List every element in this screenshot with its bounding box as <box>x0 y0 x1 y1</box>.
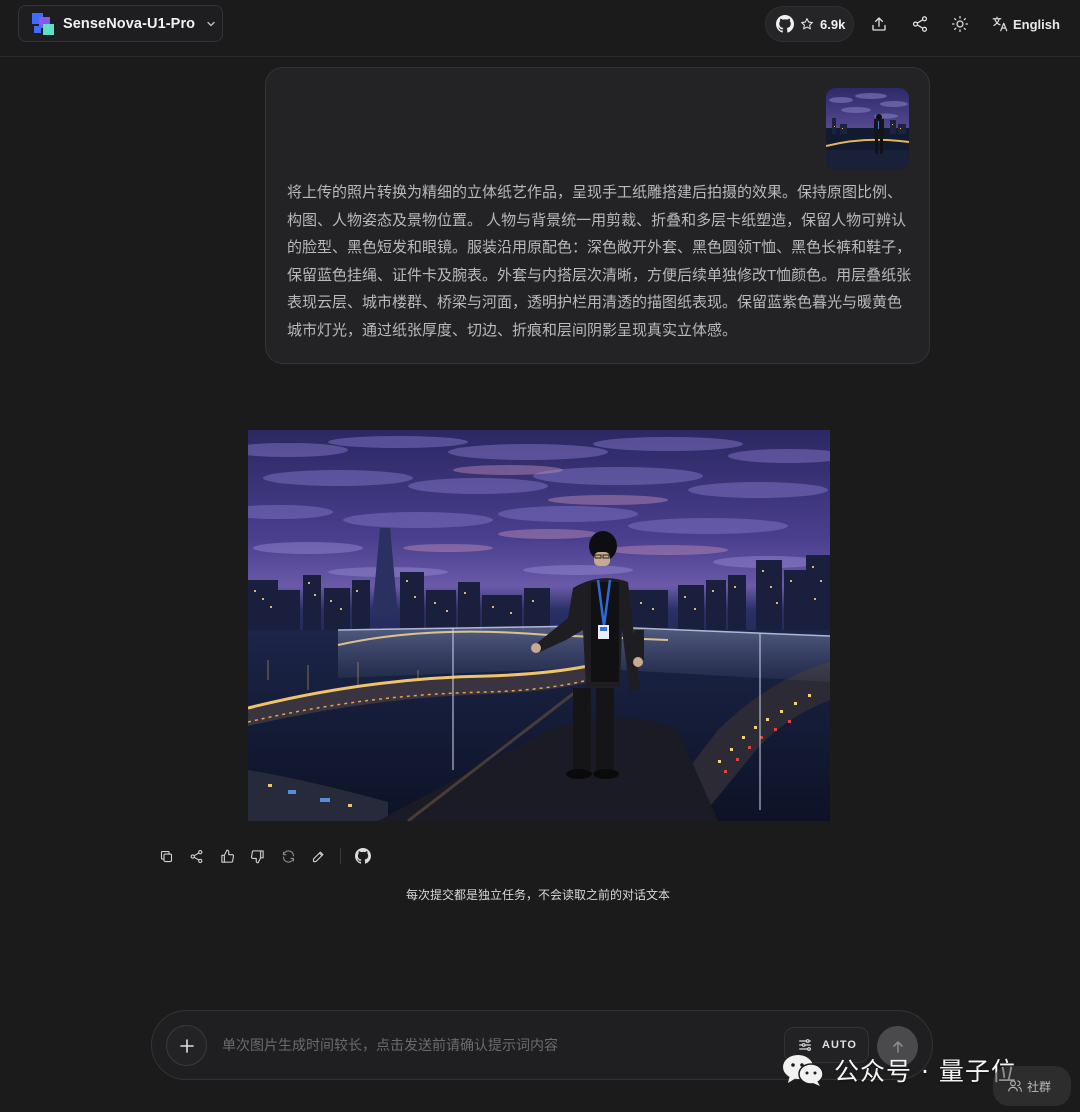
notice-text: 每次提交都是独立任务，不会读取之前的对话文本 <box>405 888 670 902</box>
uploaded-image-thumbnail[interactable] <box>826 88 909 170</box>
star-icon <box>801 18 813 30</box>
dislike-button[interactable] <box>246 845 268 867</box>
language-label: English <box>1013 16 1060 32</box>
mode-label: AUTO <box>822 1039 857 1051</box>
prompt-input[interactable] <box>222 1033 762 1057</box>
translate-icon <box>992 16 1008 32</box>
attach-button[interactable] <box>166 1025 207 1066</box>
plus-icon <box>179 1038 194 1053</box>
share-icon <box>912 16 928 32</box>
group-icon <box>1008 1080 1022 1092</box>
model-name: SenseNova-U1-Pro <box>63 15 196 32</box>
copy-button[interactable] <box>155 845 177 867</box>
theme-toggle-button[interactable] <box>948 12 972 36</box>
regenerate-button[interactable] <box>277 845 299 867</box>
github-stars-button[interactable]: 6.9k <box>765 6 854 42</box>
language-switcher[interactable]: English <box>991 12 1060 36</box>
thumbs-down-icon <box>250 849 264 863</box>
user-prompt-text: 将上传的照片转换为精细的立体纸艺作品，呈现手工纸雕搭建后拍摄的效果。保持原图比例… <box>287 184 912 339</box>
edit-icon <box>312 851 323 862</box>
github-star-count: 6.9k <box>820 16 846 32</box>
like-button[interactable] <box>216 845 238 867</box>
share-message-button[interactable] <box>185 845 207 867</box>
chat-group-label: 社群 <box>1027 1079 1052 1094</box>
thumbs-up-icon <box>220 849 234 863</box>
app-logo-icon <box>32 12 54 35</box>
share-button[interactable] <box>908 12 932 36</box>
upload-button[interactable] <box>867 12 891 36</box>
actions-divider <box>340 848 341 864</box>
independent-task-notice: 每次提交都是独立任务，不会读取之前的对话文本 <box>0 886 1080 903</box>
regenerate-icon <box>282 849 294 863</box>
model-selector[interactable]: SenseNova-U1-Pro <box>18 5 223 42</box>
share-icon <box>190 849 202 863</box>
top-bar: SenseNova-U1-Pro 6.9k English <box>0 0 1080 57</box>
send-button[interactable] <box>877 1026 918 1067</box>
chat-group-button[interactable]: 社群 <box>993 1066 1071 1106</box>
github-icon <box>355 848 371 864</box>
upload-icon <box>872 17 886 31</box>
copy-icon <box>160 850 172 862</box>
github-icon <box>776 15 794 33</box>
github-link-button[interactable] <box>352 845 374 867</box>
chevron-down-icon <box>207 21 215 26</box>
generation-settings-button[interactable]: AUTO <box>784 1027 869 1063</box>
arrow-up-icon <box>892 1040 903 1053</box>
generated-image[interactable] <box>248 430 830 821</box>
sliders-icon <box>799 1039 811 1051</box>
edit-button[interactable] <box>307 845 329 867</box>
sun-icon <box>951 15 969 33</box>
